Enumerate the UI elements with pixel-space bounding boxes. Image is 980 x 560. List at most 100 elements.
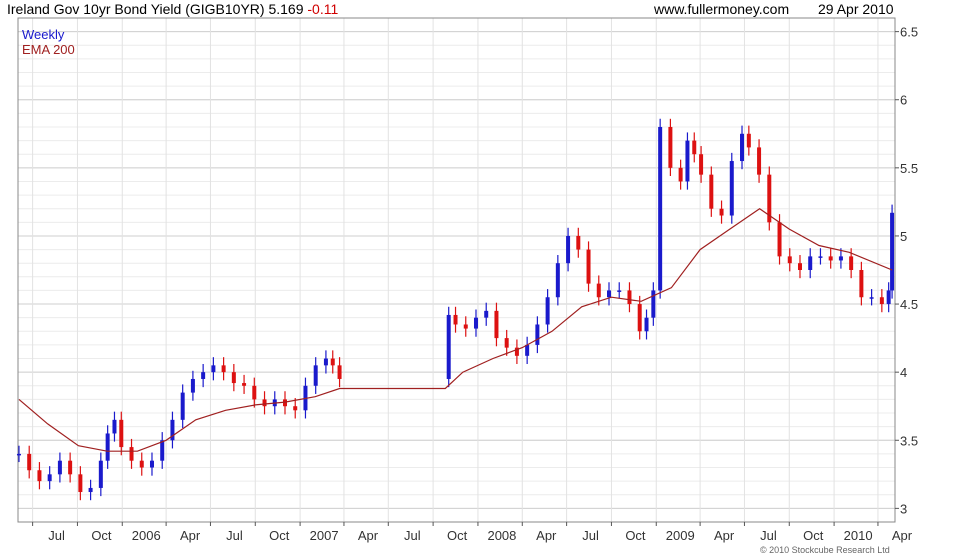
weekly-bar-body <box>37 470 42 482</box>
x-tick-label: 2009 <box>666 528 695 543</box>
x-tick-label: Apr <box>358 528 379 543</box>
x-tick-label: 2010 <box>844 528 873 543</box>
weekly-bar-body <box>105 433 110 461</box>
weekly-bar-body <box>678 167 683 182</box>
weekly-bar-body <box>463 324 468 329</box>
y-axis: 3 3.5 4 4.5 5 5.5 6 6.5 <box>895 25 918 516</box>
weekly-bar-body <box>494 310 499 339</box>
x-tick-label: Oct <box>91 528 112 543</box>
weekly-bar-body <box>98 460 103 488</box>
y-tick-label: 5.5 <box>900 161 918 176</box>
weekly-bars <box>16 118 895 501</box>
weekly-bar-body <box>596 283 601 298</box>
weekly-bar-body <box>201 372 206 379</box>
weekly-bar-body <box>149 460 154 468</box>
weekly-bar-body <box>729 161 734 216</box>
y-tick-label: 5 <box>900 229 907 244</box>
weekly-bar-body <box>231 372 236 384</box>
x-tick-label: Apr <box>180 528 201 543</box>
weekly-bar-body <box>252 385 257 400</box>
y-tick-label: 3.5 <box>900 433 918 448</box>
weekly-bar-body <box>330 358 335 366</box>
x-tick-label: Jul <box>226 528 243 543</box>
weekly-bar-body <box>637 304 642 332</box>
weekly-bar-body <box>879 297 884 305</box>
weekly-bar-body <box>869 297 874 299</box>
weekly-bar-body <box>47 474 52 482</box>
weekly-bar-body <box>262 399 267 407</box>
weekly-bar-body <box>719 208 724 216</box>
weekly-bar-body <box>886 290 891 305</box>
weekly-bar-body <box>757 147 762 175</box>
weekly-bar-body <box>88 487 93 493</box>
price-change: -0.11 <box>307 1 339 17</box>
weekly-bar-body <box>16 453 21 456</box>
weekly-bar-body <box>685 140 690 182</box>
weekly-bar-body <box>221 365 226 373</box>
weekly-bar-body <box>180 392 185 420</box>
chart-header: Ireland Gov 10yr Bond Yield (GIGB10YR) 5… <box>0 0 900 18</box>
weekly-bar-body <box>746 133 751 148</box>
weekly-bar-body <box>119 419 124 448</box>
weekly-bar-body <box>484 310 489 318</box>
weekly-bar-body <box>617 290 622 292</box>
weekly-bar-body <box>112 419 117 434</box>
weekly-bar-body <box>337 365 342 379</box>
weekly-bar-body <box>849 256 854 270</box>
weekly-bar-body <box>740 133 745 162</box>
legend: Weekly EMA 200 <box>22 27 75 57</box>
weekly-bar-body <box>211 365 216 373</box>
weekly-bar-body <box>699 154 704 175</box>
weekly-bar-body <box>890 212 895 291</box>
chart-date: 29 Apr 2010 <box>818 1 894 17</box>
chart-title-line: Ireland Gov 10yr Bond Yield (GIGB10YR) 5… <box>7 1 338 17</box>
x-tick-label: Oct <box>803 528 824 543</box>
weekly-bar-body <box>57 460 62 475</box>
weekly-bar-body <box>242 383 247 386</box>
weekly-bar-body <box>859 270 864 298</box>
weekly-bar-body <box>78 474 83 493</box>
x-tick-label: Apr <box>714 528 735 543</box>
weekly-bar-body <box>323 358 328 366</box>
x-tick-label: Jul <box>48 528 65 543</box>
copyright-notice: © 2010 Stockcube Research Ltd <box>760 545 890 555</box>
weekly-bar-body <box>586 249 591 284</box>
y-tick-label: 6 <box>900 93 907 108</box>
y-tick-label: 4.5 <box>900 297 918 312</box>
weekly-bar-body <box>797 263 802 270</box>
weekly-bar-body <box>668 126 673 168</box>
legend-ema: EMA 200 <box>22 42 75 57</box>
x-tick-label: 2008 <box>487 528 516 543</box>
weekly-bar-body <box>190 378 195 393</box>
weekly-bar-body <box>838 256 843 261</box>
x-tick-label: Jul <box>404 528 421 543</box>
weekly-bar-body <box>555 263 560 298</box>
weekly-bar-body <box>504 338 509 348</box>
chart-canvas: 3 3.5 4 4.5 5 5.5 6 6.5 Jul Oct 2006 Apr Jul Oct 2007… <box>16 17 918 543</box>
x-tick-label: 2006 <box>132 528 161 543</box>
x-tick-label: Jul <box>760 528 777 543</box>
weekly-bar-body <box>473 317 478 329</box>
weekly-bar-body <box>160 440 165 461</box>
x-tick-label: Oct <box>625 528 646 543</box>
weekly-bar-body <box>27 453 32 471</box>
y-tick-label: 4 <box>900 365 907 380</box>
weekly-bar-body <box>566 235 571 264</box>
weekly-bar-body <box>139 460 144 468</box>
weekly-bar-body <box>446 314 451 379</box>
x-tick-label: Apr <box>536 528 557 543</box>
y-tick-label: 3 <box>900 501 907 516</box>
weekly-bar-body <box>808 256 813 270</box>
site-url[interactable]: www.fullermoney.com <box>654 1 789 17</box>
weekly-bar-body <box>627 290 632 305</box>
x-tick-label: Oct <box>269 528 290 543</box>
x-tick-label: Jul <box>582 528 599 543</box>
weekly-bar-body <box>644 317 649 332</box>
weekly-bar-body <box>313 365 318 386</box>
x-axis: Jul Oct 2006 Apr Jul Oct 2007 Apr Jul Oct 2008 Apr J… <box>32 522 913 543</box>
weekly-bar-body <box>453 314 458 325</box>
x-tick-label: Oct <box>447 528 468 543</box>
y-tick-label: 6.5 <box>900 25 918 40</box>
weekly-bar-body <box>651 290 656 318</box>
weekly-bar-body <box>129 447 134 461</box>
